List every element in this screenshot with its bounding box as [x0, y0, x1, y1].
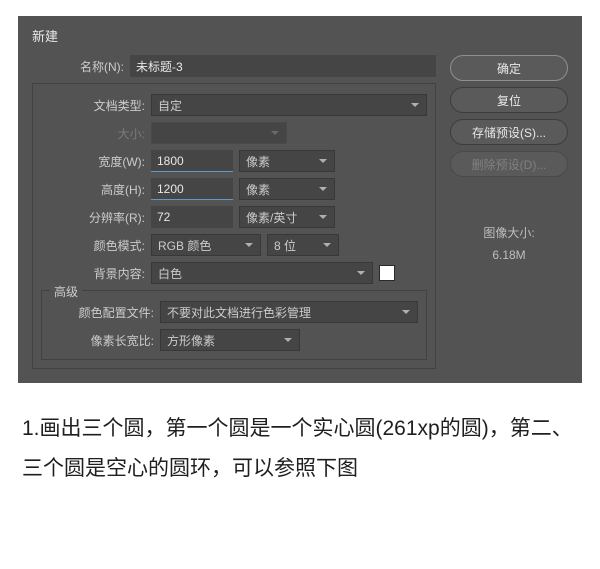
color-mode-label: 颜色模式: — [41, 237, 145, 254]
advanced-legend: 高级 — [50, 283, 82, 300]
button-column: 确定 复位 存储预设(S)... 删除预设(D)... 图像大小: 6.18M — [450, 55, 568, 369]
reset-button[interactable]: 复位 — [450, 87, 568, 113]
dialog-title: 新建 — [32, 26, 568, 45]
watermark-forum: 思缘设计论坛 — [393, 0, 465, 1]
image-size-display: 图像大小: 6.18M — [450, 223, 568, 266]
advanced-fieldset: 高级 颜色配置文件: 不要对此文档进行色彩管理 像素长宽比: 方形像素 — [41, 290, 427, 360]
aspect-label: 像素长宽比: — [50, 332, 154, 349]
resolution-label: 分辨率(R): — [41, 209, 145, 226]
resolution-input[interactable] — [151, 206, 233, 228]
instructions-text: 1.画出三个圆，第一个圆是一个实心圆(261xp的圆)，第二、三个圆是空心的圆环… — [22, 409, 578, 489]
name-label: 名称(N): — [32, 58, 124, 75]
main-fieldset: 文档类型: 自定 大小: 宽度(W): 像素 高度(H): 像素 — [32, 83, 436, 369]
color-mode-select[interactable]: RGB 颜色 — [151, 234, 261, 256]
image-size-value: 6.18M — [450, 245, 568, 267]
name-input[interactable] — [130, 55, 436, 77]
delete-preset-button: 删除预设(D)... — [450, 151, 568, 177]
watermark: 思缘设计论坛 WWW.MISSYUAN.COM — [393, 0, 594, 2]
size-label: 大小: — [41, 125, 145, 142]
bg-select[interactable]: 白色 — [151, 262, 373, 284]
profile-label: 颜色配置文件: — [50, 304, 154, 321]
width-label: 宽度(W): — [41, 153, 145, 170]
image-size-label: 图像大小: — [450, 223, 568, 245]
bit-depth-select[interactable]: 8 位 — [267, 234, 339, 256]
doctype-label: 文档类型: — [41, 97, 145, 114]
resolution-unit-select[interactable]: 像素/英寸 — [239, 206, 335, 228]
color-profile-select[interactable]: 不要对此文档进行色彩管理 — [160, 301, 418, 323]
form-area: 名称(N): 文档类型: 自定 大小: 宽度(W): 像素 高 — [32, 55, 436, 369]
width-unit-select[interactable]: 像素 — [239, 150, 335, 172]
new-document-dialog: 新建 名称(N): 文档类型: 自定 大小: 宽度(W): 像素 — [18, 16, 582, 383]
height-input[interactable] — [151, 178, 233, 200]
save-preset-button[interactable]: 存储预设(S)... — [450, 119, 568, 145]
pixel-aspect-select[interactable]: 方形像素 — [160, 329, 300, 351]
height-label: 高度(H): — [41, 181, 145, 198]
bg-swatch[interactable] — [379, 265, 395, 281]
ok-button[interactable]: 确定 — [450, 55, 568, 81]
bg-label: 背景内容: — [41, 265, 145, 282]
doctype-select[interactable]: 自定 — [151, 94, 427, 116]
width-input[interactable] — [151, 150, 233, 172]
size-select — [151, 122, 287, 144]
height-unit-select[interactable]: 像素 — [239, 178, 335, 200]
watermark-url: WWW.MISSYUAN.COM — [469, 0, 594, 1]
